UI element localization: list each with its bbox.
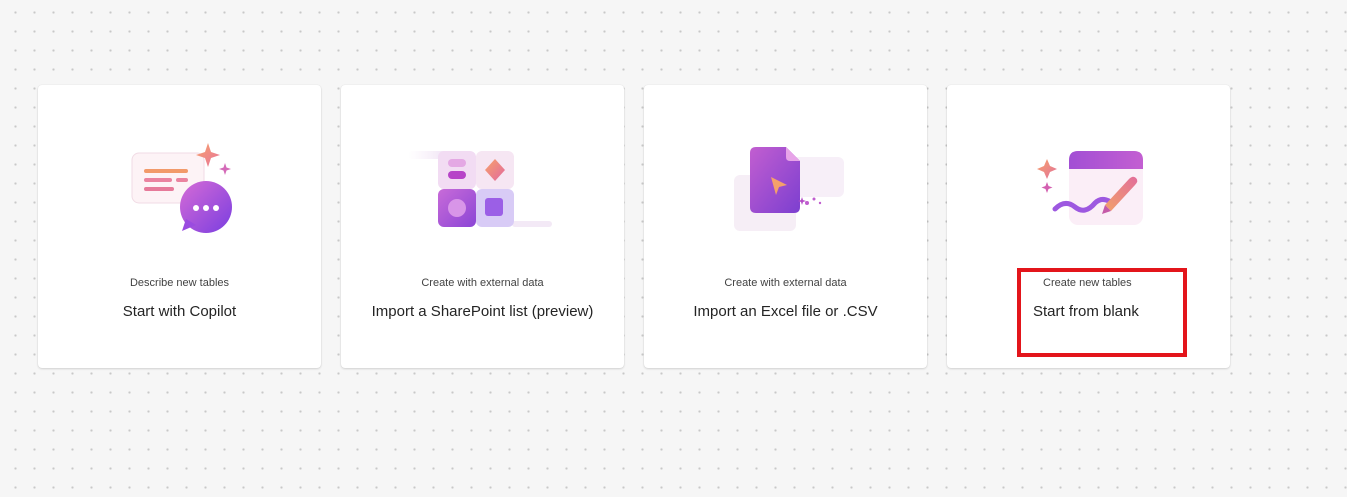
card-subtitle: Create new tables — [1043, 277, 1132, 289]
import-sharepoint-list-card[interactable]: Create with external data Import a Share… — [341, 85, 624, 368]
card-subtitle: Create with external data — [724, 277, 847, 289]
start-with-copilot-card[interactable]: Describe new tables Start with Copilot — [38, 85, 321, 368]
excel-file-icon — [644, 133, 927, 253]
copilot-chat-icon — [38, 133, 321, 253]
blank-table-pen-icon — [947, 133, 1230, 253]
card-title: Import a SharePoint list (preview) — [371, 303, 594, 320]
sharepoint-list-icon — [341, 133, 624, 253]
card-subtitle: Describe new tables — [129, 277, 230, 289]
import-excel-csv-card[interactable]: Create with external data Import an Exce… — [644, 85, 927, 368]
card-title: Import an Excel file or .CSV — [693, 303, 878, 320]
start-from-blank-card[interactable]: Create new tables Start from blank — [947, 85, 1230, 368]
card-title: Start with Copilot — [122, 303, 237, 320]
card-subtitle: Create with external data — [421, 277, 544, 289]
card-title: Start from blank — [1033, 303, 1139, 320]
